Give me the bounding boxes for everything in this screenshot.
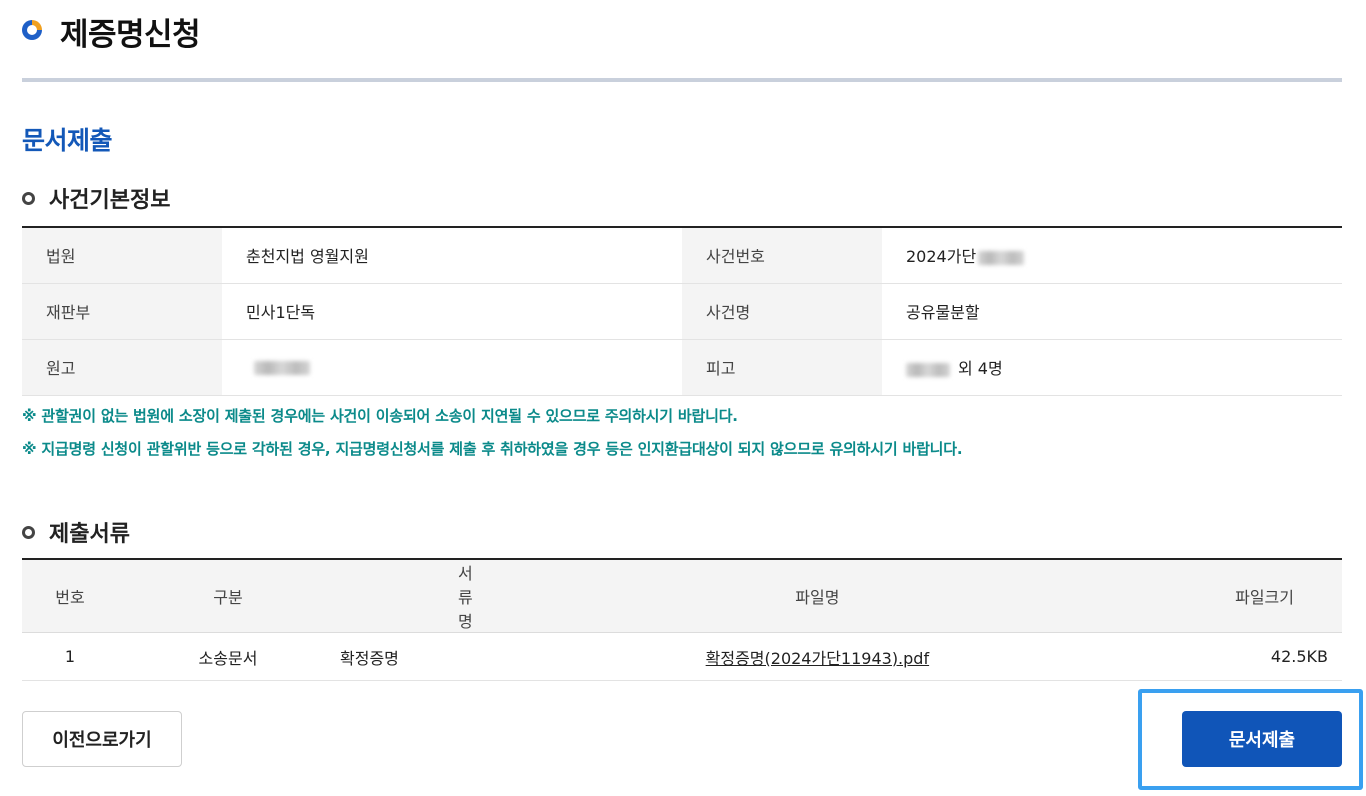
section-documents-heading: 제출서류 <box>22 516 130 548</box>
case-info-table: 법원 춘천지법 영월지원 사건번호 2024가단 재판부 민사1단독 사건명 공… <box>22 226 1342 396</box>
circle-bullet-icon <box>22 191 35 205</box>
field-label-plaintiff: 원고 <box>22 339 222 396</box>
circle-bullet-icon <box>22 525 35 539</box>
cell-number: 1 <box>22 632 118 681</box>
case-number-text: 2024가단 <box>906 247 977 267</box>
column-header-doc-name: 서류명 <box>338 559 473 633</box>
section-label: 제출서류 <box>49 522 130 547</box>
column-header-file-name: 파일명 <box>472 559 1162 633</box>
notice-refund: ※ 지급명령 신청이 관할위반 등으로 각하된 경우, 지급명령신청서를 제출 … <box>22 440 963 458</box>
field-value-defendant: 외 4명 <box>882 339 1342 396</box>
field-label-case-name: 사건명 <box>682 283 882 340</box>
section-case-info-heading: 사건기본정보 <box>22 182 170 214</box>
back-button[interactable]: 이전으로가기 <box>22 711 182 767</box>
cell-file-name: 확정증명(2024가단11943).pdf <box>472 632 1162 681</box>
submit-document-button[interactable]: 문서제출 <box>1182 711 1342 767</box>
documents-table: 번호 구분 서류명 파일명 파일크기 1 소송문서 확정증명 확정증명(2024… <box>22 558 1342 681</box>
field-label-defendant: 피고 <box>682 339 882 396</box>
field-label-court: 법원 <box>22 227 222 284</box>
notice-jurisdiction: ※ 관할권이 없는 법원에 소장이 제출된 경우에는 사건이 이송되어 소송이 … <box>22 407 738 425</box>
redacted-block <box>978 250 1025 265</box>
cell-file-size: 42.5KB <box>1162 632 1342 681</box>
field-label-case-number: 사건번호 <box>682 227 882 284</box>
defendant-count-text: 외 4명 <box>958 359 1003 378</box>
doc-name-text: 확정증명 <box>340 648 399 668</box>
file-download-link[interactable]: 확정증명(2024가단11943).pdf <box>706 649 929 668</box>
section-label: 사건기본정보 <box>49 188 171 213</box>
field-label-division: 재판부 <box>22 283 222 340</box>
column-header-number: 번호 <box>22 559 118 633</box>
field-value-court: 춘천지법 영월지원 <box>222 227 682 284</box>
column-header-type: 구분 <box>118 559 338 633</box>
field-value-case-number: 2024가단 <box>882 227 1342 284</box>
title-ring-icon <box>22 20 42 40</box>
page-title: 제증명신청 <box>60 17 201 53</box>
table-row: 재판부 민사1단독 사건명 공유물분할 <box>22 283 1342 340</box>
field-value-case-name: 공유물분할 <box>882 283 1342 340</box>
redacted-block <box>254 361 310 375</box>
redacted-block <box>906 362 950 377</box>
page-header: 제증명신청 <box>22 0 1342 84</box>
column-header-file-size: 파일크기 <box>1162 559 1342 633</box>
table-row: 원고 피고 외 4명 <box>22 339 1342 396</box>
field-value-plaintiff <box>222 339 682 396</box>
table-header-row: 번호 구분 서류명 파일명 파일크기 <box>22 559 1342 633</box>
field-value-division: 민사1단독 <box>222 283 682 340</box>
title-divider <box>22 78 1342 82</box>
table-row: 1 소송문서 확정증명 확정증명(2024가단11943).pdf 42.5KB <box>22 632 1342 681</box>
page-subtitle: 문서제출 <box>22 126 113 155</box>
table-row: 법원 춘천지법 영월지원 사건번호 2024가단 <box>22 227 1342 284</box>
cell-doc-name: 확정증명 <box>338 632 473 681</box>
cell-type: 소송문서 <box>118 632 338 681</box>
